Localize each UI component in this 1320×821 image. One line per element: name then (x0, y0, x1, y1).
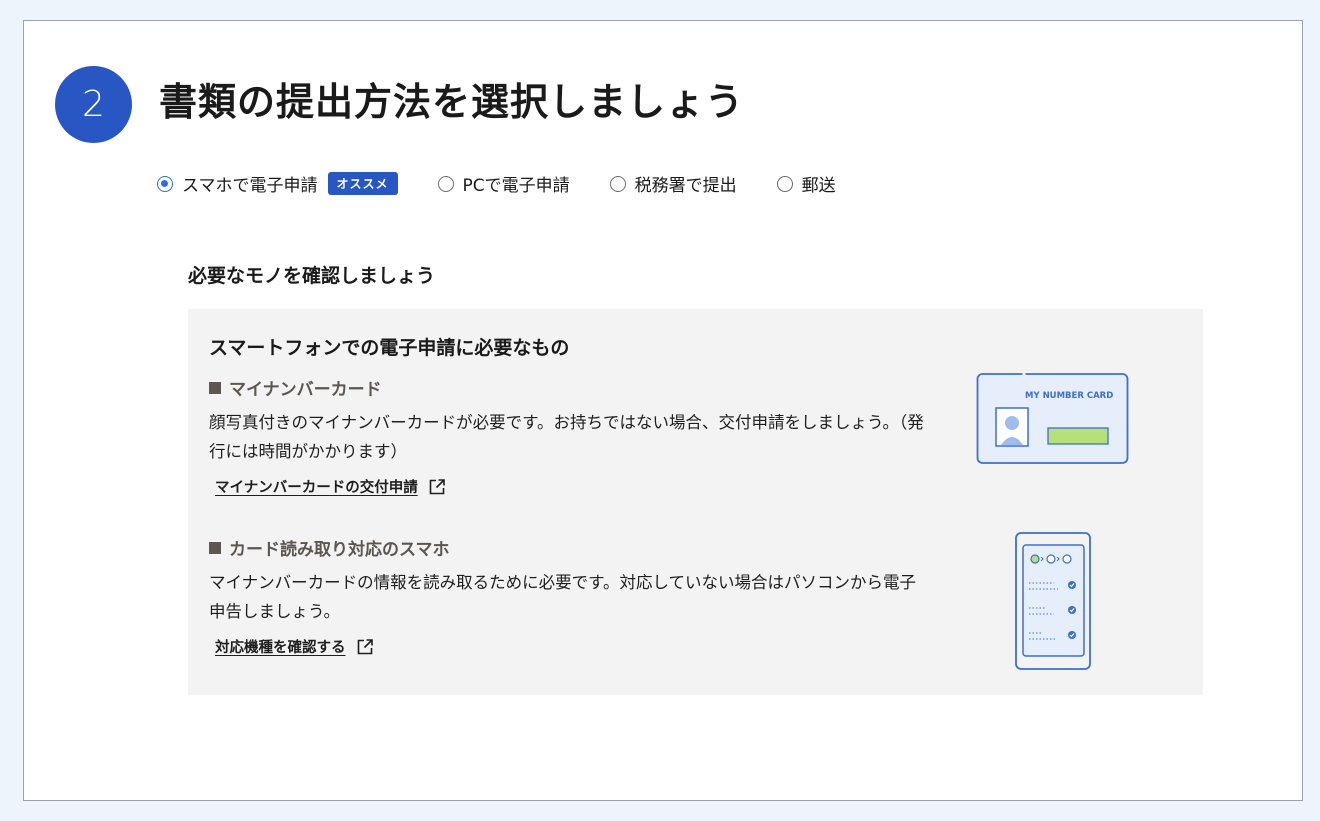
radio-button[interactable] (437, 175, 454, 192)
requirement-item-card-reader-phone: カード読み取り対応のスマホ マイナンバーカードの情報を読み取るために必要です。対… (209, 535, 929, 657)
radio-option-mail[interactable]: 郵送 (776, 171, 836, 196)
step-number-badge: 2 (55, 66, 132, 143)
check-compatible-devices-link[interactable]: 対応機種を確認する (215, 636, 374, 657)
requirements-heading: 必要なモノを確認しましょう (188, 265, 436, 287)
radio-button[interactable] (157, 175, 173, 192)
radio-option-smartphone[interactable]: スマホで電子申請 オススメ (157, 171, 398, 196)
requirement-item-mynumber-card: マイナンバーカード 顔写真付きのマイナンバーカードが必要です。お持ちではない場合… (209, 375, 929, 497)
radio-label: 税務署で提出 (634, 176, 737, 196)
requirements-box-title: スマートフォンでの電子申請に必要なもの (209, 337, 570, 359)
requirement-heading: マイナンバーカード (209, 375, 929, 400)
requirement-description: 顔写真付きのマイナンバーカードが必要です。お持ちではない場合、交付申請をしましょ… (209, 413, 924, 461)
bullet-square-icon (209, 541, 221, 554)
external-link-icon (429, 478, 445, 494)
radio-option-pc[interactable]: PCで電子申請 (437, 171, 570, 196)
card-label-text: MY NUMBER CARD (1025, 391, 1113, 401)
link-label: 対応機種を確認する (215, 640, 346, 656)
smartphone-illustration (1015, 532, 1091, 670)
requirement-description: マイナンバーカードの情報を読み取るために必要です。対応していない場合はパソコンか… (209, 573, 917, 621)
recommended-badge: オススメ (327, 172, 398, 195)
mynumber-card-illustration: MY NUMBER CARD (976, 371, 1129, 464)
submission-method-radio-group: スマホで電子申請 オススメ PCで電子申請 税務署で提出 郵送 (157, 171, 876, 196)
page-title: 書類の提出方法を選択しましょう (159, 80, 745, 124)
radio-label: PCで電子申請 (462, 176, 570, 196)
main-panel: 2 書類の提出方法を選択しましょう スマホで電子申請 オススメ PCで電子申請 … (23, 20, 1303, 801)
requirement-heading-label: カード読み取り対応のスマホ (229, 540, 450, 560)
external-link-icon (357, 638, 373, 654)
requirement-heading: カード読み取り対応のスマホ (209, 535, 929, 560)
radio-label: 郵送 (801, 176, 836, 196)
bullet-square-icon (209, 381, 221, 394)
radio-option-tax-office[interactable]: 税務署で提出 (609, 171, 737, 196)
link-label: マイナンバーカードの交付申請 (215, 480, 418, 496)
radio-button[interactable] (609, 175, 626, 192)
requirement-heading-label: マイナンバーカード (229, 380, 382, 400)
radio-button[interactable] (776, 175, 793, 192)
mynumber-card-application-link[interactable]: マイナンバーカードの交付申請 (215, 476, 446, 497)
radio-label: スマホで電子申請 (182, 176, 318, 196)
requirements-box: スマートフォンでの電子申請に必要なもの マイナンバーカード 顔写真付きのマイナン… (188, 309, 1203, 695)
